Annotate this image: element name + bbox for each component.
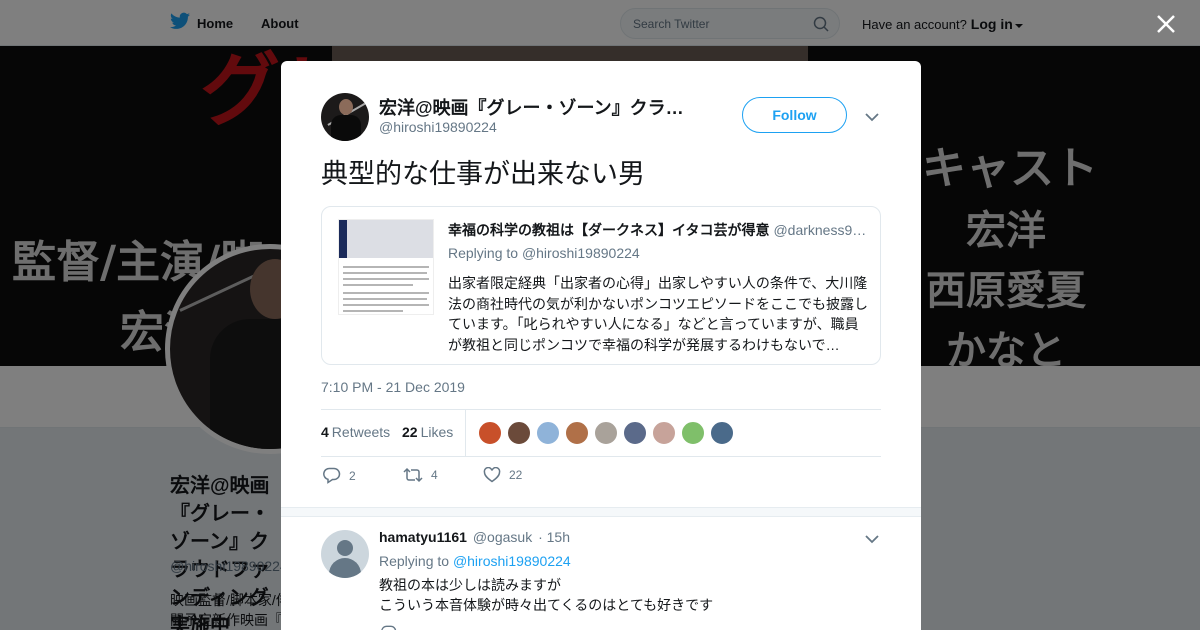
reply-text-line-2: こういう本音体験が時々出てくるのはとても好きです — [379, 597, 714, 613]
default-avatar-head — [337, 540, 353, 556]
likes-label: Likes — [420, 424, 454, 440]
reply-author-avatar[interactable] — [321, 530, 369, 578]
liker-avatar[interactable] — [681, 421, 705, 445]
thumbnail-text-line — [343, 310, 403, 312]
quoted-tweet-thumbnail — [338, 219, 434, 315]
quoted-tweet-card[interactable]: 幸福の科学の教祖は【ダークネス】イタコ芸が得意 @darkness9… Reply… — [321, 206, 881, 365]
reply-author-name[interactable]: hamatyu1161 — [379, 529, 467, 545]
reply-actions — [379, 625, 579, 630]
like-count: 22 — [509, 468, 523, 482]
reply-replying-handle[interactable]: @hiroshi19890224 — [453, 553, 571, 569]
like-action[interactable]: 22 — [483, 466, 523, 483]
reply-time[interactable]: · 15h — [538, 529, 570, 545]
liker-avatar[interactable] — [594, 421, 618, 445]
avatar-face-shape — [339, 99, 353, 115]
retweets-count: 4 — [321, 424, 329, 440]
quoted-author-name[interactable]: 幸福の科学の教祖は【ダークネス】イタコ芸が得意 — [448, 222, 769, 238]
author-name[interactable]: 宏洋@映画『グレー・ゾーン』クラ… — [379, 94, 689, 120]
tweet-stats: 4 Retweets 22 Likes — [321, 409, 881, 457]
thumbnail-text-line — [343, 304, 429, 306]
retweets-label: Retweets — [331, 424, 391, 440]
close-icon[interactable] — [1154, 12, 1178, 36]
reply-action[interactable]: 2 — [323, 467, 356, 484]
thumbnail-text-line — [343, 292, 429, 294]
tweet-actions: 2 4 22 — [321, 465, 621, 489]
reply-replying-to: Replying to @hiroshi19890224 — [379, 553, 571, 569]
author-handle[interactable]: @hiroshi19890224 — [379, 119, 497, 135]
quoted-replying-prefix: Replying to — [448, 245, 519, 261]
reply-header: hamatyu1161 @ogasuk · 15h — [379, 529, 570, 545]
liker-avatar[interactable] — [565, 421, 589, 445]
thumbnail-spine — [339, 220, 347, 258]
stats-divider — [465, 410, 466, 456]
reply-author-handle[interactable]: @ogasuk — [473, 529, 532, 545]
liker-avatar[interactable] — [623, 421, 647, 445]
retweet-icon — [403, 467, 423, 483]
avatar-body-shape — [331, 115, 361, 141]
likes-count: 22 — [402, 424, 418, 440]
tweet-modal: 宏洋@映画『グレー・ゾーン』クラ… @hiroshi19890224 Follo… — [281, 61, 921, 630]
author-avatar[interactable] — [321, 93, 369, 141]
reply-text: 教祖の本は少しは読みますが こういう本音体験が時々出てくるのはとても好きです — [379, 575, 859, 615]
quoted-tweet-body: 出家者限定経典「出家者の心得」出家しやすい人の条件で、大川隆法の商社時代の気が利… — [448, 275, 868, 353]
reply-icon — [323, 467, 341, 484]
quoted-author-handle[interactable]: @darkness9… — [773, 222, 866, 238]
quoted-tweet-header: 幸福の科学の教祖は【ダークネス】イタコ芸が得意 @darkness9… — [448, 220, 868, 240]
thumbnail-text-line — [343, 266, 429, 268]
liker-avatar[interactable] — [507, 421, 531, 445]
thumbnail-text-line — [343, 284, 413, 286]
liker-avatar[interactable] — [652, 421, 676, 445]
default-avatar-body — [329, 558, 361, 578]
liker-avatar[interactable] — [710, 421, 734, 445]
liker-avatar[interactable] — [478, 421, 502, 445]
retweet-count: 4 — [431, 468, 438, 482]
thumbnail-text-line — [343, 298, 427, 300]
quoted-replying-to: Replying to @hiroshi19890224 — [448, 245, 640, 261]
tweet-timestamp[interactable]: 7:10 PM - 21 Dec 2019 — [321, 379, 465, 395]
quoted-replying-handle: @hiroshi19890224 — [521, 245, 640, 261]
reply-text-line-1: 教祖の本は少しは読みますが — [379, 577, 561, 593]
heart-icon — [483, 466, 501, 483]
reply-replying-prefix: Replying to — [379, 553, 450, 569]
liker-avatar[interactable] — [536, 421, 560, 445]
thumbnail-photo-area — [339, 220, 433, 258]
thumbnail-text-line — [343, 278, 429, 280]
reply-icon[interactable] — [381, 625, 397, 630]
chevron-down-icon[interactable] — [865, 109, 879, 127]
tweet-text: 典型的な仕事が出来ない男 — [321, 159, 645, 189]
thumbnail-text-line — [343, 272, 427, 274]
reply-count: 2 — [349, 468, 356, 483]
retweet-action[interactable]: 4 — [403, 467, 438, 483]
follow-button[interactable]: Follow — [742, 97, 847, 133]
retweets-stat[interactable]: 4 Retweets — [321, 424, 390, 440]
chevron-down-icon[interactable] — [865, 531, 879, 549]
replies-divider — [281, 507, 921, 517]
likes-stat[interactable]: 22 Likes — [402, 424, 453, 440]
